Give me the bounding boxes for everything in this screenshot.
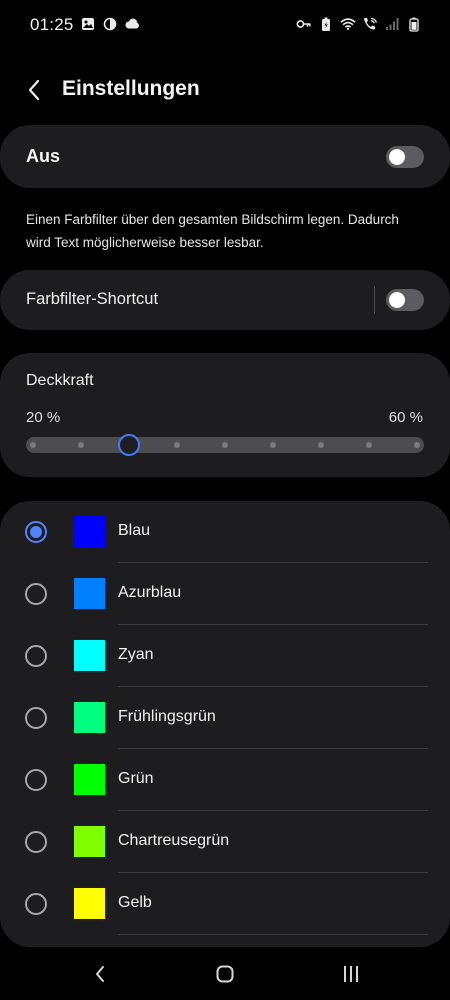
slider-step-dot bbox=[414, 442, 420, 448]
wifi-icon bbox=[340, 16, 356, 32]
color-swatch bbox=[74, 764, 105, 795]
opacity-slider[interactable] bbox=[26, 434, 424, 456]
color-option-label: Zyan bbox=[118, 646, 154, 663]
opacity-min-label: 20 % bbox=[26, 409, 61, 426]
color-radio-button[interactable] bbox=[25, 707, 47, 729]
slider-step-dot bbox=[30, 442, 36, 448]
color-option-row[interactable]: Gelb bbox=[0, 873, 450, 935]
color-option-row[interactable]: Chartreusegrün bbox=[0, 811, 450, 873]
opacity-max-label: 60 % bbox=[388, 409, 423, 426]
row-divider bbox=[118, 934, 428, 935]
half-circle-icon bbox=[102, 16, 118, 32]
battery-icon bbox=[406, 16, 422, 32]
navigation-bar bbox=[0, 948, 450, 1000]
chevron-left-icon bbox=[28, 79, 40, 101]
main-toggle-switch[interactable] bbox=[386, 146, 424, 168]
color-swatch bbox=[74, 578, 105, 609]
toggle-knob bbox=[389, 292, 405, 308]
vertical-divider bbox=[374, 286, 375, 314]
color-option-row[interactable]: Blau bbox=[0, 501, 450, 563]
signal-icon bbox=[384, 16, 400, 32]
description-text: Einen Farbfilter über den gesamten Bilds… bbox=[26, 212, 399, 250]
screen: 01:25 Einstellungen Aus Einen Farbfilter… bbox=[0, 0, 450, 1000]
color-option-label: Chartreusegrün bbox=[118, 832, 230, 849]
cloud-icon bbox=[124, 16, 140, 32]
color-option-label: Gelb bbox=[118, 894, 152, 911]
slider-step-dot bbox=[270, 442, 276, 448]
color-radio-button[interactable] bbox=[25, 769, 47, 791]
color-radio-button[interactable] bbox=[25, 521, 47, 543]
gallery-icon bbox=[80, 16, 96, 32]
nav-home-button[interactable] bbox=[211, 962, 239, 986]
nav-recents-button[interactable] bbox=[337, 962, 365, 986]
color-list-card: Blau Azurblau Zyan Frühlingsgrün Grün Chartre… bbox=[0, 501, 450, 947]
slider-step-dot bbox=[78, 442, 84, 448]
color-option-row[interactable]: Azurblau bbox=[0, 563, 450, 625]
color-radio-button[interactable] bbox=[25, 893, 47, 915]
opacity-card: Deckkraft 20 % 60 % bbox=[0, 353, 450, 477]
status-bar: 01:25 bbox=[0, 0, 450, 50]
status-left-icons bbox=[80, 16, 140, 32]
opacity-title: Deckkraft bbox=[26, 372, 94, 389]
color-option-label: Blau bbox=[118, 522, 151, 539]
status-right-icons bbox=[296, 16, 422, 32]
color-swatch bbox=[74, 702, 105, 733]
color-swatch bbox=[74, 516, 105, 547]
color-option-label: Grün bbox=[118, 770, 154, 787]
app-bar: Einstellungen bbox=[0, 62, 450, 118]
main-toggle-card[interactable]: Aus bbox=[0, 125, 450, 188]
slider-step-dot bbox=[318, 442, 324, 448]
color-swatch bbox=[74, 826, 105, 857]
slider-step-dot bbox=[174, 442, 180, 448]
back-button[interactable] bbox=[18, 74, 50, 106]
main-toggle-label: Aus bbox=[26, 146, 61, 166]
battery-saver-icon bbox=[318, 16, 334, 32]
color-swatch bbox=[74, 888, 105, 919]
shortcut-toggle-switch[interactable] bbox=[386, 289, 424, 311]
home-nav-icon bbox=[216, 965, 234, 983]
color-option-row[interactable]: Zyan bbox=[0, 625, 450, 687]
color-radio-button[interactable] bbox=[25, 831, 47, 853]
toggle-knob bbox=[389, 149, 405, 165]
slider-step-dot bbox=[366, 442, 372, 448]
key-icon bbox=[296, 16, 312, 32]
color-radio-button[interactable] bbox=[25, 645, 47, 667]
color-radio-button[interactable] bbox=[25, 583, 47, 605]
color-option-row[interactable]: Grün bbox=[0, 749, 450, 811]
color-swatch bbox=[74, 640, 105, 671]
status-time: 01:25 bbox=[30, 15, 74, 34]
slider-step-dot bbox=[222, 442, 228, 448]
recents-nav-icon bbox=[344, 966, 358, 982]
shortcut-label: Farbfilter-Shortcut bbox=[26, 290, 159, 308]
wifi-call-icon bbox=[362, 16, 378, 32]
back-nav-icon bbox=[96, 966, 104, 982]
shortcut-card[interactable]: Farbfilter-Shortcut bbox=[0, 270, 450, 330]
slider-thumb[interactable] bbox=[118, 434, 140, 456]
page-title: Einstellungen bbox=[62, 77, 200, 100]
color-option-label: Azurblau bbox=[118, 584, 182, 601]
nav-back-button[interactable] bbox=[86, 962, 114, 986]
color-option-label: Frühlingsgrün bbox=[118, 708, 216, 725]
color-option-row[interactable]: Frühlingsgrün bbox=[0, 687, 450, 749]
